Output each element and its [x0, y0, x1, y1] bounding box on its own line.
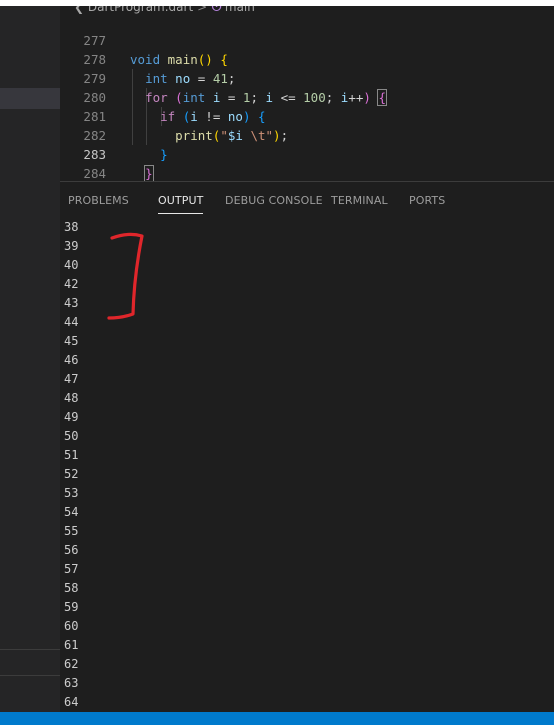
output-line: 40: [64, 258, 79, 272]
sidebar-divider: [0, 649, 60, 650]
sidebar: [0, 6, 60, 712]
output-line: 42: [64, 277, 79, 291]
code-line: 277 void main() {: [60, 12, 554, 67]
output-line: 55: [64, 524, 79, 538]
output-line: 54: [64, 505, 79, 519]
statusbar: [60, 712, 554, 725]
output-line: 44: [64, 315, 79, 329]
output-line: 59: [64, 600, 79, 614]
output-line: 60: [64, 619, 79, 633]
output-line: 51: [64, 448, 79, 462]
code-line: 281 print("$i \t");: [60, 88, 554, 143]
sidebar-divider: [0, 675, 60, 676]
bottom-panel: PROBLEMS OUTPUT DEBUG CONSOLE TERMINAL P…: [60, 181, 554, 713]
tab-output-label: OUTPUT: [158, 194, 204, 207]
code-line: 280 if (i != no) {: [60, 69, 554, 124]
vscode-window: ❮ DartProgram.dart > ⵙ main 277 void main()…: [0, 0, 554, 725]
output-line: 52: [64, 467, 79, 481]
output-line: 56: [64, 543, 79, 557]
tab-problems[interactable]: PROBLEMS: [68, 194, 129, 207]
output-line: 57: [64, 562, 79, 576]
code-line: 278 int no = 41;: [60, 31, 554, 86]
code-line: 279 for (int i = 1; i <= 100; i++) {: [60, 50, 554, 106]
output-line: 50: [64, 429, 79, 443]
statusbar-remote[interactable]: [0, 712, 60, 725]
output-line: 62: [64, 657, 79, 671]
output-line: 48: [64, 391, 79, 405]
code-line: 283 }: [60, 126, 554, 181]
output-line: 43: [64, 296, 79, 310]
tab-terminal[interactable]: TERMINAL: [331, 194, 388, 207]
tab-debug-console[interactable]: DEBUG CONSOLE: [225, 194, 323, 207]
code-line: 282 }: [60, 107, 554, 162]
output-line: 39: [64, 239, 79, 253]
active-tab-indicator: [158, 213, 204, 214]
output-line: 49: [64, 410, 79, 424]
output-line: 53: [64, 486, 79, 500]
panel-tabs: PROBLEMS OUTPUT DEBUG CONSOLE TERMINAL P…: [60, 182, 554, 218]
output-line: 46: [64, 353, 79, 367]
sidebar-active-item[interactable]: [0, 88, 60, 109]
tab-output[interactable]: OUTPUT: [158, 194, 204, 214]
output-line: 63: [64, 676, 79, 690]
code-line: 285: [60, 164, 554, 181]
output-line: 47: [64, 372, 79, 386]
output-line: 38: [64, 220, 79, 234]
output-line: 64: [64, 695, 79, 709]
tab-ports[interactable]: PORTS: [409, 194, 445, 207]
code-editor[interactable]: ❮ DartProgram.dart > ⵙ main 277 void main()…: [60, 6, 554, 181]
output-line: 61: [64, 638, 79, 652]
output-line: 58: [64, 581, 79, 595]
output-line: 45: [64, 334, 79, 348]
code-line: 284 }: [60, 145, 554, 181]
